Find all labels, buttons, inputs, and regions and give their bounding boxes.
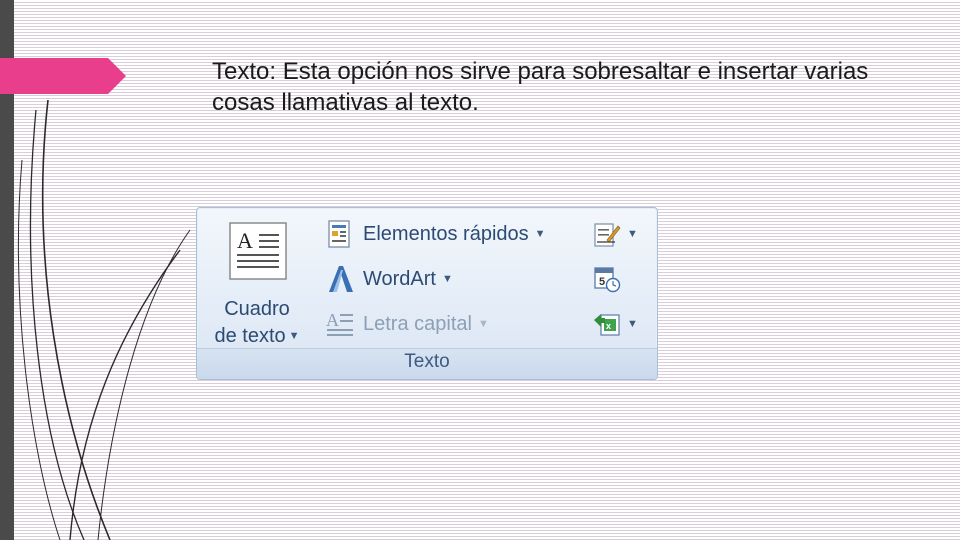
chevron-down-icon: ▼ xyxy=(627,228,638,240)
quick-parts-icon xyxy=(328,220,350,248)
slide-text-bold: Texto: xyxy=(212,58,277,85)
chevron-down-icon: ▼ xyxy=(534,228,546,240)
chevron-down-icon: ▼ xyxy=(441,273,453,285)
chevron-down-icon: ▼ xyxy=(288,330,300,343)
ribbon-group-texto: A Cuadro de texto▼ Elementos rápidos ▼ xyxy=(196,207,658,380)
objeto-button[interactable]: x ▼ xyxy=(593,307,641,341)
ribbon-group-label: Texto xyxy=(404,351,450,372)
wordart-icon xyxy=(329,266,353,292)
linea-de-firma-button[interactable]: ▼ xyxy=(593,217,641,251)
insert-object-icon: x xyxy=(594,314,620,336)
chevron-down-icon: ▼ xyxy=(627,318,638,330)
svg-text:A: A xyxy=(326,310,339,330)
wordart-label: WordArt xyxy=(363,267,436,290)
cuadro-line1: Cuadro xyxy=(224,298,290,320)
elementos-rapidos-button[interactable]: Elementos rápidos ▼ xyxy=(325,217,546,251)
chevron-down-icon: ▼ xyxy=(477,318,489,330)
svg-text:5: 5 xyxy=(599,276,605,288)
slide-text-rest: Esta opción nos sirve para sobresaltar e… xyxy=(212,58,869,116)
text-box-icon: A xyxy=(229,222,287,280)
fecha-y-hora-button[interactable]: 5 xyxy=(593,262,641,296)
letra-capital-label: Letra capital xyxy=(363,312,472,335)
pink-accent-arrow xyxy=(0,58,126,94)
slide-body-text: Texto: Esta opción nos sirve para sobres… xyxy=(212,56,912,118)
signature-line-icon xyxy=(594,223,621,247)
letra-capital-button[interactable]: A Letra capital ▼ xyxy=(325,307,489,341)
svg-text:A: A xyxy=(237,228,253,253)
elementos-rapidos-label: Elementos rápidos xyxy=(363,222,529,245)
drop-cap-icon: A xyxy=(326,310,353,336)
cuadro-de-texto-button[interactable]: A Cuadro de texto ▼ xyxy=(207,216,307,347)
cuadro-de-texto-label: Cuadro de texto ▼ xyxy=(207,296,307,350)
cuadro-line2: de texto xyxy=(214,325,286,347)
date-time-icon: 5 xyxy=(594,267,621,293)
svg-text:x: x xyxy=(606,321,611,331)
wordart-button[interactable]: WordArt ▼ xyxy=(325,262,453,296)
